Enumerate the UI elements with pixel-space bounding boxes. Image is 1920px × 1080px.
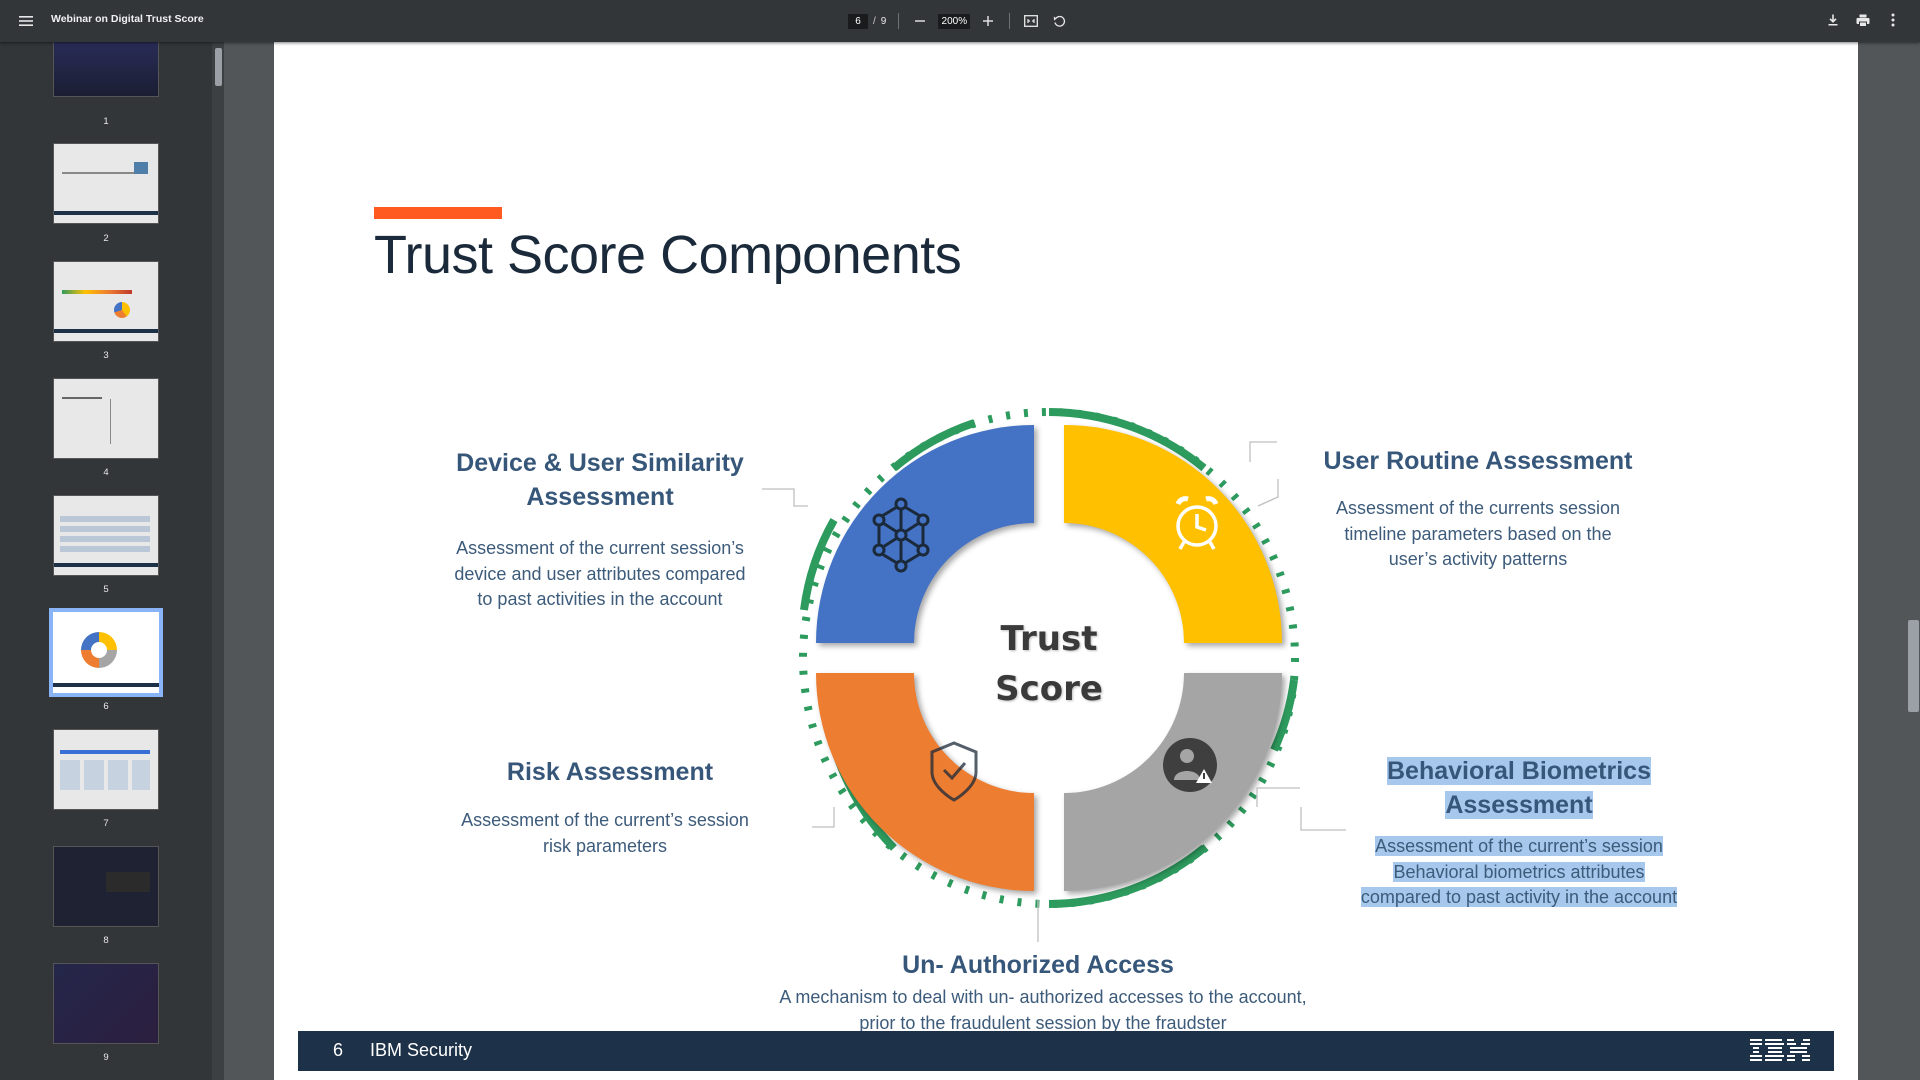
thumbnail-page-4[interactable] <box>53 378 159 459</box>
divider <box>898 13 900 29</box>
routine-desc-line2: timeline parameters based on the <box>1344 523 1612 544</box>
behavioral-title-line2: Assessment <box>1445 791 1593 819</box>
thumbnail-page-8[interactable] <box>53 846 159 927</box>
behavioral-desc-line1: Assessment of the current’s session <box>1375 836 1663 856</box>
thumbnail-label: 2 <box>103 233 109 244</box>
user-routine-desc: Assessment of the currents session timel… <box>1308 496 1648 573</box>
thumbnail-label: 3 <box>103 350 109 361</box>
thumbnail-label: 8 <box>103 935 109 946</box>
thumbnail-label: 1 <box>103 116 109 127</box>
routine-desc-line3: user’s activity patterns <box>1388 549 1568 569</box>
document-title: Webinar on Digital Trust Score <box>51 13 204 25</box>
rotate-icon[interactable] <box>1050 12 1068 30</box>
sidebar-scrollbar-thumb[interactable] <box>215 48 222 86</box>
risk-desc-line2: risk parameters <box>542 835 668 856</box>
unauthorized-access-title: Un- Authorized Access <box>902 951 1174 979</box>
page-number-input[interactable]: 6 <box>848 13 868 29</box>
divider <box>1009 13 1011 29</box>
slide-footer: 6 IBM Security <box>298 1031 1834 1071</box>
thumbnail-page-2[interactable] <box>53 143 159 224</box>
behavioral-desc-line3: compared to past activity in the account <box>1360 887 1678 907</box>
unauthorized-access-desc: A mechanism to deal with un- authorized … <box>758 985 1328 1036</box>
risk-assessment-desc: Assessment of the current’s session risk… <box>440 808 770 859</box>
page-separator: / <box>873 15 876 27</box>
behavioral-desc-line2: Behavioral biometrics attributes <box>1393 861 1645 882</box>
page-zoom-controls: 6 / 9 200% <box>848 11 1068 31</box>
behavioral-biometrics-title: Behavioral Biometrics Assessment <box>1314 754 1724 822</box>
routine-desc-line1: Assessment of the currents session <box>1335 498 1621 518</box>
thumbnail-page-1[interactable] <box>53 42 159 97</box>
risk-assessment-title: Risk Assessment <box>506 758 714 786</box>
footer-brand: IBM Security <box>370 1040 473 1060</box>
device-similarity-title: Device & User Similarity Assessment <box>430 446 770 514</box>
device-desc-line2: device and user attributes compared <box>454 563 746 584</box>
menu-icon[interactable] <box>14 9 38 33</box>
main-scrollbar[interactable] <box>1906 42 1920 1080</box>
behavioral-title-line1: Behavioral Biometrics <box>1387 757 1651 785</box>
device-similarity-desc: Assessment of the current session’s devi… <box>430 536 770 613</box>
thumbnail-page-7[interactable] <box>53 729 159 810</box>
footer-page-number: 6 <box>333 1040 344 1060</box>
zoom-out-icon[interactable] <box>911 12 929 30</box>
device-title-line2: Assessment <box>526 483 674 511</box>
user-routine-title: User Routine Assessment <box>1323 447 1633 475</box>
toolbar-actions <box>1824 11 1902 29</box>
unauth-desc-line1: A mechanism to deal with un- authorized … <box>779 987 1307 1007</box>
thumbnail-page-9[interactable] <box>53 963 159 1044</box>
thumbnail-label: 7 <box>103 818 109 829</box>
thumbnail-label: 5 <box>103 584 109 595</box>
thumbnail-sidebar: 1 2 3 4 5 6 7 8 9 <box>0 42 212 1080</box>
device-desc-line1: Assessment of the current session’s <box>456 538 744 558</box>
main-scrollbar-thumb[interactable] <box>1908 620 1919 712</box>
ibm-logo <box>1750 1037 1810 1068</box>
thumbnail-label: 4 <box>103 467 109 478</box>
zoom-in-icon[interactable] <box>979 12 997 30</box>
page-total: 9 <box>880 15 887 27</box>
thumbnail-label: 6 <box>103 701 109 712</box>
thumbnail-label: 9 <box>103 1052 109 1063</box>
thumbnail-page-6-selected[interactable] <box>49 608 163 697</box>
fit-to-page-icon[interactable] <box>1022 12 1040 30</box>
device-desc-line3: to past activities in the account <box>477 589 723 609</box>
zoom-level-input[interactable]: 200% <box>938 13 971 29</box>
print-icon[interactable] <box>1854 11 1872 29</box>
risk-desc-line1: Assessment of the current’s session <box>461 810 749 830</box>
sidebar-scrollbar[interactable] <box>212 42 224 1080</box>
more-options-icon[interactable] <box>1884 11 1902 29</box>
behavioral-biometrics-desc: Assessment of the current’s session Beha… <box>1314 834 1724 911</box>
pdf-page: Trust Score Components Trust Score Devic… <box>274 42 1858 1080</box>
thumbnail-page-3[interactable] <box>53 261 159 342</box>
pdf-toolbar: Webinar on Digital Trust Score 6 / 9 200… <box>0 0 1920 42</box>
download-icon[interactable] <box>1824 11 1842 29</box>
thumbnail-page-5[interactable] <box>53 495 159 576</box>
device-title-line1: Device & User Similarity <box>456 449 744 477</box>
